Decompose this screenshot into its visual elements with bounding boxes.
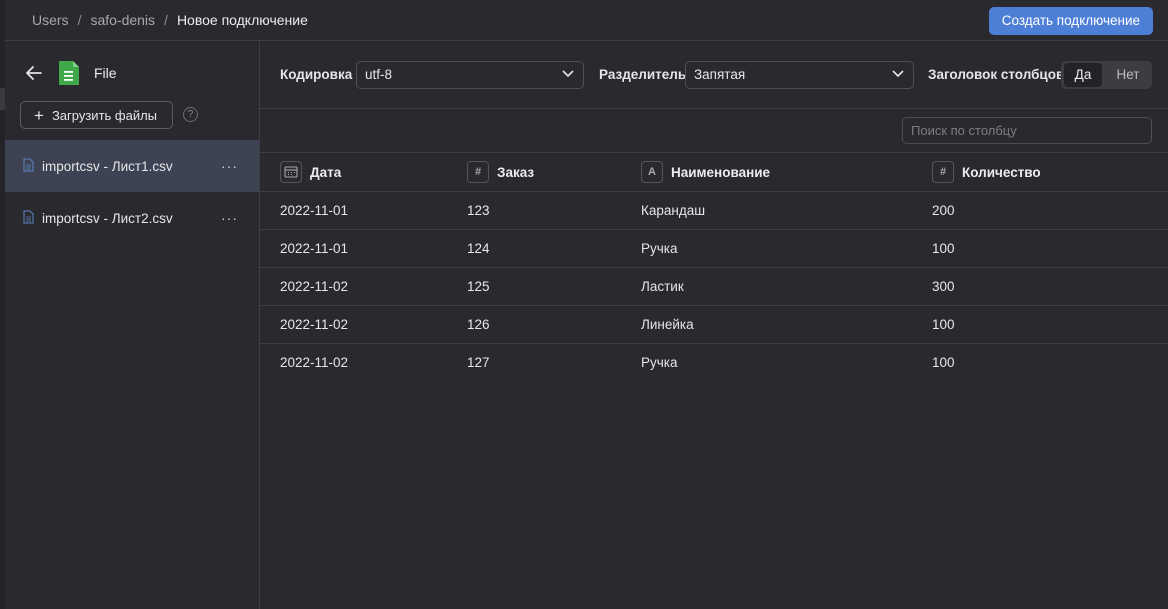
more-options-icon[interactable]: ···	[221, 210, 238, 226]
cell-name: Линейка	[641, 317, 694, 332]
cell-name: Карандаш	[641, 203, 706, 218]
plus-icon: +	[34, 105, 44, 125]
column-name: Наименование	[671, 164, 771, 180]
main-panel: Кодировка utf-8 Разделитель Запятая Заго…	[260, 41, 1168, 609]
table-row: 2022-11-01 124 Ручка 100	[260, 230, 1168, 268]
cell-quantity: 300	[932, 279, 955, 294]
sidebar: File + Загрузить файлы ? importcsv - Лис…	[5, 41, 260, 609]
table-row: 2022-11-02 126 Линейка 100	[260, 306, 1168, 344]
search-row	[260, 109, 1168, 153]
table-row: 2022-11-02 127 Ручка 100	[260, 344, 1168, 382]
toggle-option-no[interactable]: Нет	[1109, 63, 1147, 87]
sidebar-title: File	[94, 65, 117, 81]
settings-bar: Кодировка utf-8 Разделитель Запятая Заго…	[260, 41, 1168, 109]
help-icon[interactable]: ?	[183, 107, 198, 122]
header-row-toggle: Да Нет	[1061, 61, 1152, 89]
cell-quantity: 200	[932, 203, 955, 218]
column-header-name: A Наименование	[641, 161, 770, 183]
column-header-date: Дата	[280, 161, 341, 183]
header-row-label: Заголовок столбцов	[928, 67, 1065, 82]
encoding-value: utf-8	[365, 67, 393, 82]
cell-name: Ручка	[641, 355, 678, 370]
upload-files-label: Загрузить файлы	[51, 107, 158, 123]
cell-order: 123	[467, 203, 490, 218]
create-connection-button[interactable]: Создать подключение	[988, 7, 1153, 35]
cell-date: 2022-11-02	[280, 355, 349, 370]
document-icon	[23, 210, 34, 224]
hash-icon: #	[467, 161, 489, 183]
column-name: Заказ	[497, 164, 535, 180]
cell-date: 2022-11-02	[280, 279, 349, 294]
preview-table: Дата # Заказ A Наименование # Количество…	[260, 153, 1168, 382]
column-header-order: # Заказ	[467, 161, 534, 183]
encoding-select[interactable]: utf-8	[356, 61, 584, 89]
encoding-label: Кодировка	[280, 67, 353, 82]
chevron-down-icon	[892, 70, 904, 78]
column-search-input[interactable]	[902, 117, 1152, 144]
app-window: Users / safo-denis / Новое подключение С…	[0, 0, 1168, 609]
breadcrumb-folder[interactable]: safo-denis	[90, 12, 155, 28]
breadcrumb-separator: /	[164, 12, 168, 28]
cell-quantity: 100	[932, 241, 955, 256]
more-options-icon[interactable]: ···	[221, 158, 238, 174]
cell-order: 127	[467, 355, 490, 370]
top-bar: Users / safo-denis / Новое подключение С…	[5, 0, 1168, 41]
table-row: 2022-11-01 123 Карандаш 200	[260, 192, 1168, 230]
file-name: importcsv - Лист1.csv	[42, 158, 173, 174]
delimiter-value: Запятая	[694, 67, 746, 82]
calendar-icon	[280, 161, 302, 183]
column-header-quantity: # Количество	[932, 161, 1041, 183]
cell-quantity: 100	[932, 355, 955, 370]
file-green-icon	[59, 61, 79, 85]
document-icon	[23, 158, 34, 172]
cell-name: Ластик	[641, 279, 684, 294]
cell-order: 126	[467, 317, 490, 332]
column-name: Дата	[310, 164, 342, 180]
upload-files-button[interactable]: + Загрузить файлы	[20, 101, 173, 129]
column-name: Количество	[962, 164, 1041, 180]
delimiter-label: Разделитель	[599, 67, 687, 82]
cell-order: 124	[467, 241, 490, 256]
breadcrumb-users[interactable]: Users	[32, 12, 69, 28]
back-arrow-icon[interactable]	[25, 65, 43, 81]
cell-quantity: 100	[932, 317, 955, 332]
toggle-option-yes[interactable]: Да	[1064, 63, 1102, 87]
file-list-item[interactable]: importcsv - Лист1.csv ···	[5, 140, 259, 192]
chevron-down-icon	[562, 70, 574, 78]
delimiter-select[interactable]: Запятая	[685, 61, 914, 89]
breadcrumb-separator: /	[77, 12, 82, 28]
cell-date: 2022-11-02	[280, 317, 349, 332]
table-row: 2022-11-02 125 Ластик 300	[260, 268, 1168, 306]
text-type-icon: A	[641, 161, 663, 183]
file-list-item[interactable]: importcsv - Лист2.csv ···	[5, 192, 259, 244]
hash-icon: #	[932, 161, 954, 183]
file-name: importcsv - Лист2.csv	[42, 210, 173, 226]
cell-name: Ручка	[641, 241, 678, 256]
cell-date: 2022-11-01	[280, 241, 349, 256]
breadcrumb: Users / safo-denis / Новое подключение	[32, 12, 308, 28]
table-header: Дата # Заказ A Наименование # Количество	[260, 153, 1168, 192]
breadcrumb-current: Новое подключение	[176, 12, 308, 28]
cell-order: 125	[467, 279, 490, 294]
cell-date: 2022-11-01	[280, 203, 349, 218]
